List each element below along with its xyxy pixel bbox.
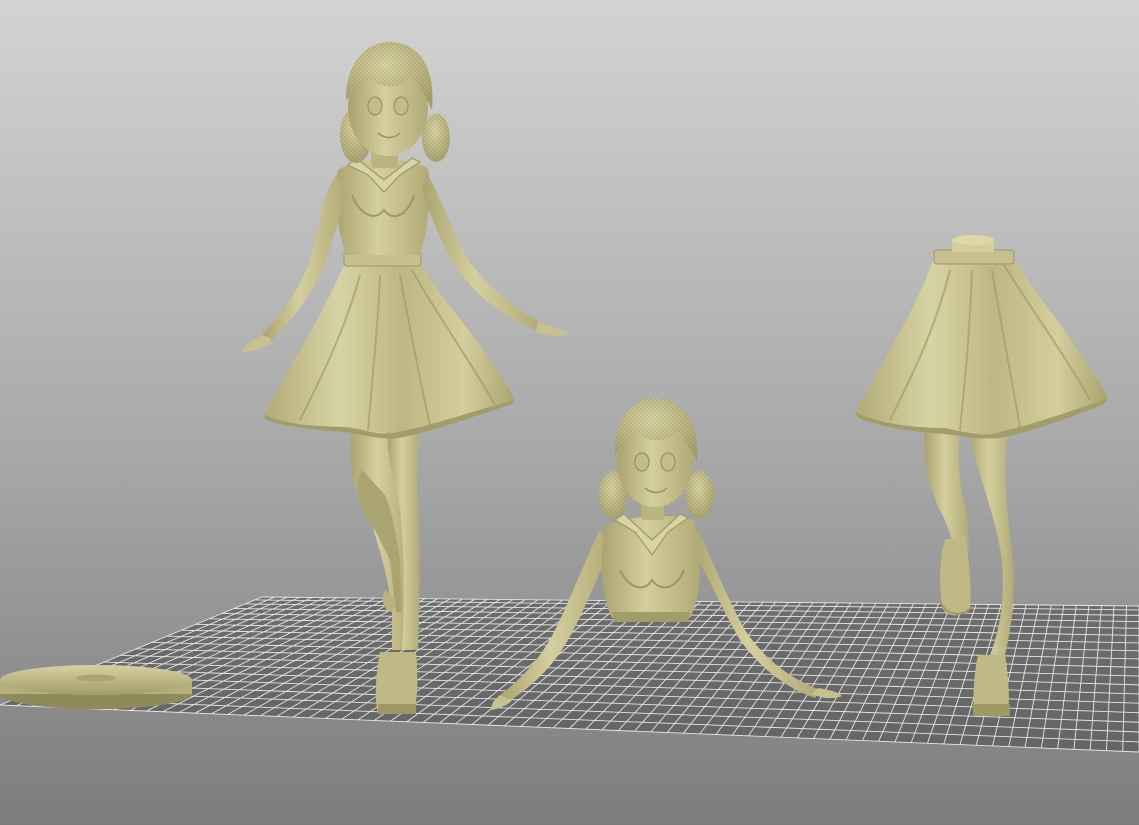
scene-canvas[interactable]	[0, 0, 1139, 825]
3d-viewport[interactable]	[0, 0, 1139, 825]
base-disc-model[interactable]	[0, 665, 192, 709]
